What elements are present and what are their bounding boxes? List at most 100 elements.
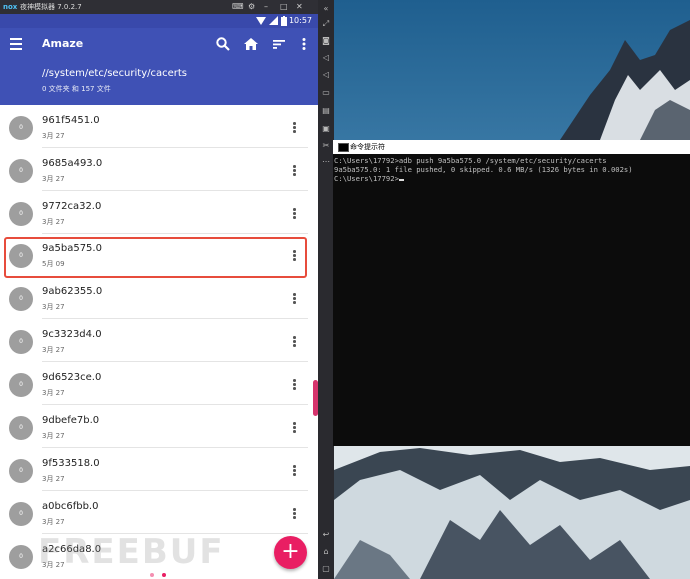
file-avatar: 0 xyxy=(9,373,33,397)
item-overflow-icon[interactable] xyxy=(292,293,296,305)
file-name: 9772ca32.0 xyxy=(42,201,102,212)
file-avatar: 0 xyxy=(9,330,33,354)
emulator-title: 夜神模拟器 7.0.2.7 xyxy=(20,3,82,11)
file-date: 5月 09 xyxy=(42,260,65,268)
command-prompt-window[interactable]: 命令提示符 C:\Users\17792>adb push 9a5ba575.0… xyxy=(333,140,690,446)
item-overflow-icon[interactable] xyxy=(292,208,296,220)
cmd-output[interactable]: C:\Users\17792>adb push 9a5ba575.0 /syst… xyxy=(333,156,690,446)
list-item[interactable]: 0 a0bc6fbb.0 3月 27 xyxy=(0,491,318,534)
item-overflow-icon[interactable] xyxy=(292,122,296,134)
file-name: a0bc6fbb.0 xyxy=(42,501,99,512)
list-item[interactable]: 0 9772ca32.0 3月 27 xyxy=(0,191,318,234)
overflow-icon[interactable] xyxy=(296,36,312,52)
item-overflow-icon[interactable] xyxy=(292,250,296,262)
file-date: 3月 27 xyxy=(42,518,65,526)
file-date: 3月 27 xyxy=(42,218,65,226)
file-date: 3月 27 xyxy=(42,475,65,483)
battery-icon xyxy=(281,16,287,26)
minimize-icon[interactable]: – xyxy=(264,0,268,14)
file-date: 3月 27 xyxy=(42,175,65,183)
add-fab-button[interactable]: + xyxy=(274,536,307,569)
list-item[interactable]: 0 9d6523ce.0 3月 27 xyxy=(0,362,318,405)
list-item[interactable]: 0 9f533518.0 3月 27 xyxy=(0,448,318,491)
cmd-title: 命令提示符 xyxy=(350,143,385,151)
list-item[interactable]: 0 9685a493.0 3月 27 xyxy=(0,148,318,191)
file-date: 3月 27 xyxy=(42,132,65,140)
cmd-prompt-line: C:\Users\17792> xyxy=(334,174,690,183)
file-name: 961f5451.0 xyxy=(42,115,100,126)
sort-icon[interactable] xyxy=(271,36,287,52)
file-date: 3月 27 xyxy=(42,389,65,397)
list-item[interactable]: 0 9dbefe7b.0 3月 27 xyxy=(0,405,318,448)
item-overflow-icon[interactable] xyxy=(292,508,296,520)
file-name: 9f533518.0 xyxy=(42,458,100,469)
file-name: 9a5ba575.0 xyxy=(42,243,102,254)
list-item[interactable]: 0 9c3323d4.0 3月 27 xyxy=(0,319,318,362)
file-avatar: 0 xyxy=(9,459,33,483)
maximize-icon[interactable]: □ xyxy=(280,0,288,14)
cmd-line: 9a5ba575.0: 1 file pushed, 0 skipped. 0.… xyxy=(334,165,633,174)
file-date: 3月 27 xyxy=(42,346,65,354)
android-statusbar: 10:57 xyxy=(0,14,318,28)
page-indicator xyxy=(150,562,174,579)
folder-file-count: 0 文件夹 和 157 文件 xyxy=(42,85,111,93)
cmd-cursor xyxy=(398,179,404,181)
file-date: 3月 27 xyxy=(42,432,65,440)
file-avatar: 0 xyxy=(9,159,33,183)
file-date: 3月 27 xyxy=(42,303,65,311)
scissors-icon[interactable]: ✂ xyxy=(321,141,331,151)
search-icon[interactable] xyxy=(215,36,231,52)
close-icon[interactable]: ✕ xyxy=(296,0,303,14)
volume-down-icon[interactable]: ◁ xyxy=(321,70,331,80)
item-overflow-icon[interactable] xyxy=(292,165,296,177)
more-icon[interactable]: ⋯ xyxy=(321,157,331,167)
cmd-line: C:\Users\17792>adb push 9a5ba575.0 /syst… xyxy=(334,156,607,165)
expand-icon[interactable]: ⤢ xyxy=(321,19,331,29)
cmd-icon xyxy=(338,143,349,152)
apk-icon[interactable]: ▤ xyxy=(321,106,331,116)
file-name: 9dbefe7b.0 xyxy=(42,415,100,426)
signal-icon xyxy=(269,16,278,25)
menu-icon[interactable] xyxy=(10,38,22,53)
file-name: 9685a493.0 xyxy=(42,158,103,169)
item-overflow-icon[interactable] xyxy=(292,465,296,477)
collapse-icon[interactable]: « xyxy=(321,4,331,14)
item-overflow-icon[interactable] xyxy=(292,379,296,391)
file-avatar: 0 xyxy=(9,287,33,311)
app-toolbar: Amaze //system/etc/security/cacerts 0 文件… xyxy=(0,28,318,105)
file-avatar: 0 xyxy=(9,244,33,268)
settings-icon[interactable]: ⚙ xyxy=(248,0,255,14)
list-item[interactable]: 0 961f5451.0 3月 27 xyxy=(0,105,318,148)
current-path: //system/etc/security/cacerts xyxy=(42,68,188,79)
keyboard-icon[interactable]: ⌨ xyxy=(232,0,244,14)
file-name: 9ab62355.0 xyxy=(42,286,103,297)
emulator-titlebar: nox 夜神模拟器 7.0.2.7 ⌨ ⚙ – □ ✕ xyxy=(0,0,318,14)
file-avatar: 0 xyxy=(9,202,33,226)
clock: 10:57 xyxy=(288,16,312,25)
screen-icon[interactable]: ▭ xyxy=(321,88,331,98)
file-avatar: 0 xyxy=(9,545,33,569)
item-overflow-icon[interactable] xyxy=(292,336,296,348)
file-avatar: 0 xyxy=(9,502,33,526)
back-icon[interactable]: ↩ xyxy=(321,530,331,540)
screenshot-icon[interactable]: ◙ xyxy=(321,36,331,46)
list-item[interactable]: 0 9ab62355.0 3月 27 xyxy=(0,276,318,319)
item-overflow-icon[interactable] xyxy=(292,422,296,434)
recents-icon[interactable]: ▢ xyxy=(321,564,331,574)
toolbox-icon[interactable]: ▣ xyxy=(321,124,331,134)
list-item-selected[interactable]: 0 9a5ba575.0 5月 09 xyxy=(0,233,318,278)
file-avatar: 0 xyxy=(9,416,33,440)
file-name: 9c3323d4.0 xyxy=(42,329,102,340)
home-nav-icon[interactable]: ⌂ xyxy=(321,547,331,557)
app-title: Amaze xyxy=(42,37,84,50)
cmd-titlebar[interactable]: 命令提示符 xyxy=(333,140,690,154)
file-name: 9d6523ce.0 xyxy=(42,372,102,383)
android-emulator: nox 夜神模拟器 7.0.2.7 ⌨ ⚙ – □ ✕ 10:57 Amaze … xyxy=(0,0,318,579)
wifi-icon xyxy=(256,17,266,25)
file-avatar: 0 xyxy=(9,116,33,140)
volume-up-icon[interactable]: ◁ xyxy=(321,53,331,63)
nox-logo: nox xyxy=(3,3,18,11)
home-icon[interactable] xyxy=(243,36,259,52)
emulator-side-toolbar: « ⤢ ◙ ◁ ◁ ▭ ▤ ▣ ✂ ⋯ ↩ ⌂ ▢ xyxy=(318,0,334,579)
cmd-prompt: C:\Users\17792> xyxy=(334,174,399,183)
